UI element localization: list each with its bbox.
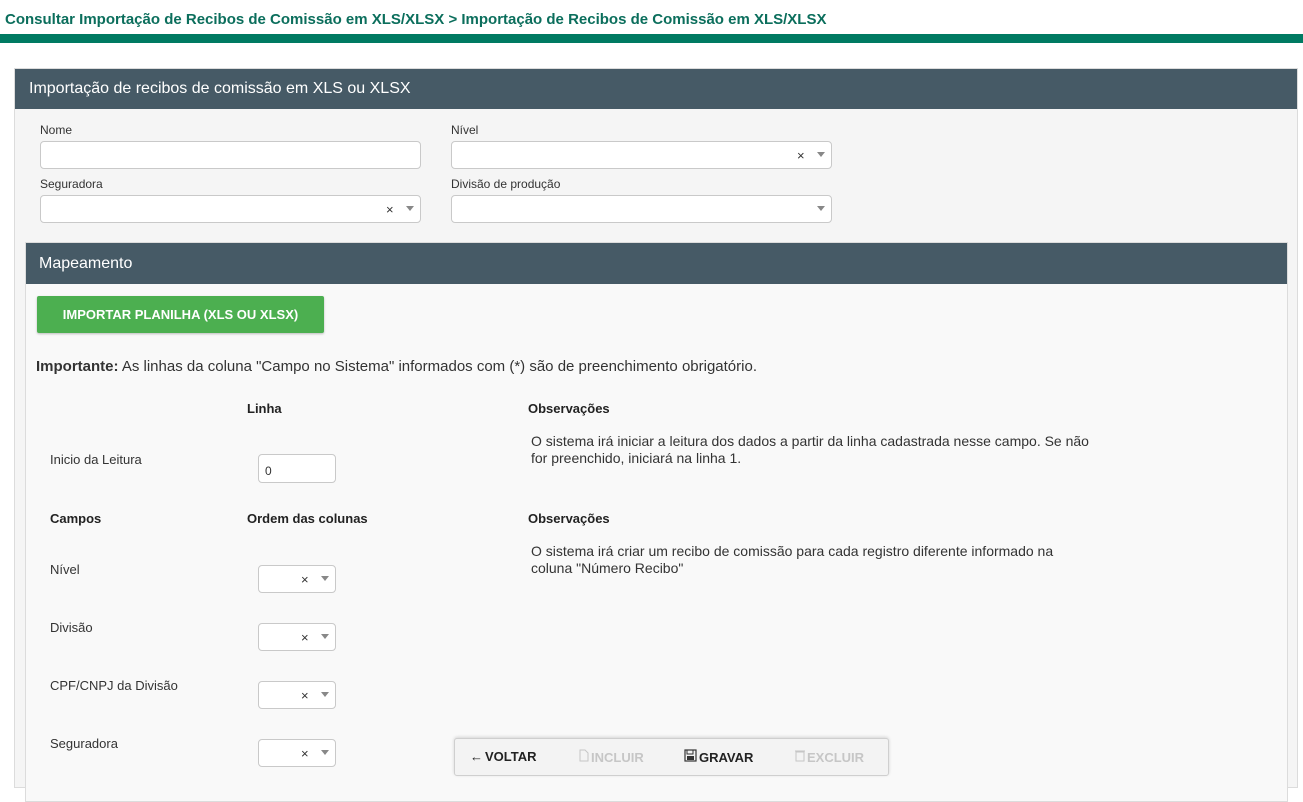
chevron-down-icon [817, 152, 825, 157]
chevron-down-icon [321, 692, 329, 697]
campos-header: Campos [50, 511, 102, 526]
observacoes-header: Observações [528, 401, 610, 416]
excluir-label: EXCLUIR [807, 750, 865, 765]
incluir-button[interactable]: INCLUIR [579, 749, 644, 765]
chevron-down-icon [817, 206, 825, 211]
panel-title: Importação de recibos de comissão em XLS… [15, 69, 1297, 109]
clear-icon[interactable]: × [301, 746, 309, 761]
seguradora-label: Seguradora [40, 177, 103, 191]
voltar-button[interactable]: ← VOLTAR [470, 749, 537, 764]
header-accent-bar [0, 34, 1303, 43]
inicio-observacao: O sistema irá iniciar a leitura dos dado… [531, 433, 1089, 466]
nome-input[interactable] [40, 141, 421, 169]
inicio-leitura-label: Inicio da Leitura [50, 452, 142, 467]
voltar-label: VOLTAR [485, 749, 537, 764]
field-label-nivel: Nível [50, 562, 80, 577]
file-icon [579, 749, 589, 765]
nivel-select[interactable]: × [451, 141, 832, 169]
ordem-colunas-header: Ordem das colunas [247, 511, 368, 526]
import-panel: Importação de recibos de comissão em XLS… [14, 68, 1298, 802]
action-toolbar: ← VOLTAR INCLUIR GRAVAR EXCLUIR [454, 738, 889, 776]
clear-icon[interactable]: × [797, 148, 805, 163]
important-text: As linhas da coluna "Campo no Sistema" i… [118, 358, 757, 375]
important-note: Importante: As linhas da coluna "Campo n… [36, 358, 757, 375]
nivel-label: Nível [451, 123, 479, 137]
column-order-select[interactable]: × [258, 739, 336, 767]
incluir-label: INCLUIR [591, 750, 644, 765]
linha-header: Linha [247, 401, 282, 416]
gravar-button[interactable]: GRAVAR [684, 749, 753, 765]
clear-icon[interactable]: × [386, 202, 394, 217]
clear-icon[interactable]: × [301, 630, 309, 645]
mapping-panel: Mapeamento IMPORTAR PLANILHA (XLS OU XLS… [25, 242, 1288, 802]
important-label: Importante: [36, 358, 119, 375]
divisao-select[interactable] [451, 195, 832, 223]
field-label-seguradora: Seguradora [50, 736, 118, 751]
column-order-select[interactable]: × [258, 623, 336, 651]
field-label-divisao: Divisão [50, 620, 93, 635]
clear-icon[interactable]: × [301, 688, 309, 703]
chevron-down-icon [406, 206, 414, 211]
mapping-title: Mapeamento [26, 243, 1287, 284]
field-label-cpf-cnpj: CPF/CNPJ da Divisão [50, 678, 178, 693]
chevron-down-icon [321, 750, 329, 755]
campos-observacao: O sistema irá criar um recibo de comissã… [531, 543, 1054, 576]
save-icon [684, 749, 697, 765]
nome-label: Nome [40, 123, 73, 137]
breadcrumb[interactable]: Consultar Importação de Recibos de Comis… [5, 11, 826, 28]
divisao-label: Divisão de produção [451, 177, 561, 191]
trash-icon [795, 749, 805, 765]
observacoes-header-2: Observações [528, 511, 610, 526]
chevron-down-icon [321, 634, 329, 639]
chevron-down-icon [321, 576, 329, 581]
excluir-button[interactable]: EXCLUIR [795, 749, 864, 765]
column-order-select[interactable]: × [258, 681, 336, 709]
inicio-leitura-input[interactable]: 0 [258, 454, 336, 483]
clear-icon[interactable]: × [301, 572, 309, 587]
gravar-label: GRAVAR [699, 750, 754, 765]
seguradora-select[interactable]: × [40, 195, 421, 223]
arrow-left-icon: ← [470, 749, 483, 764]
column-order-select[interactable]: × [258, 565, 336, 593]
import-spreadsheet-button[interactable]: IMPORTAR PLANILHA (XLS OU XLSX) [37, 296, 324, 333]
